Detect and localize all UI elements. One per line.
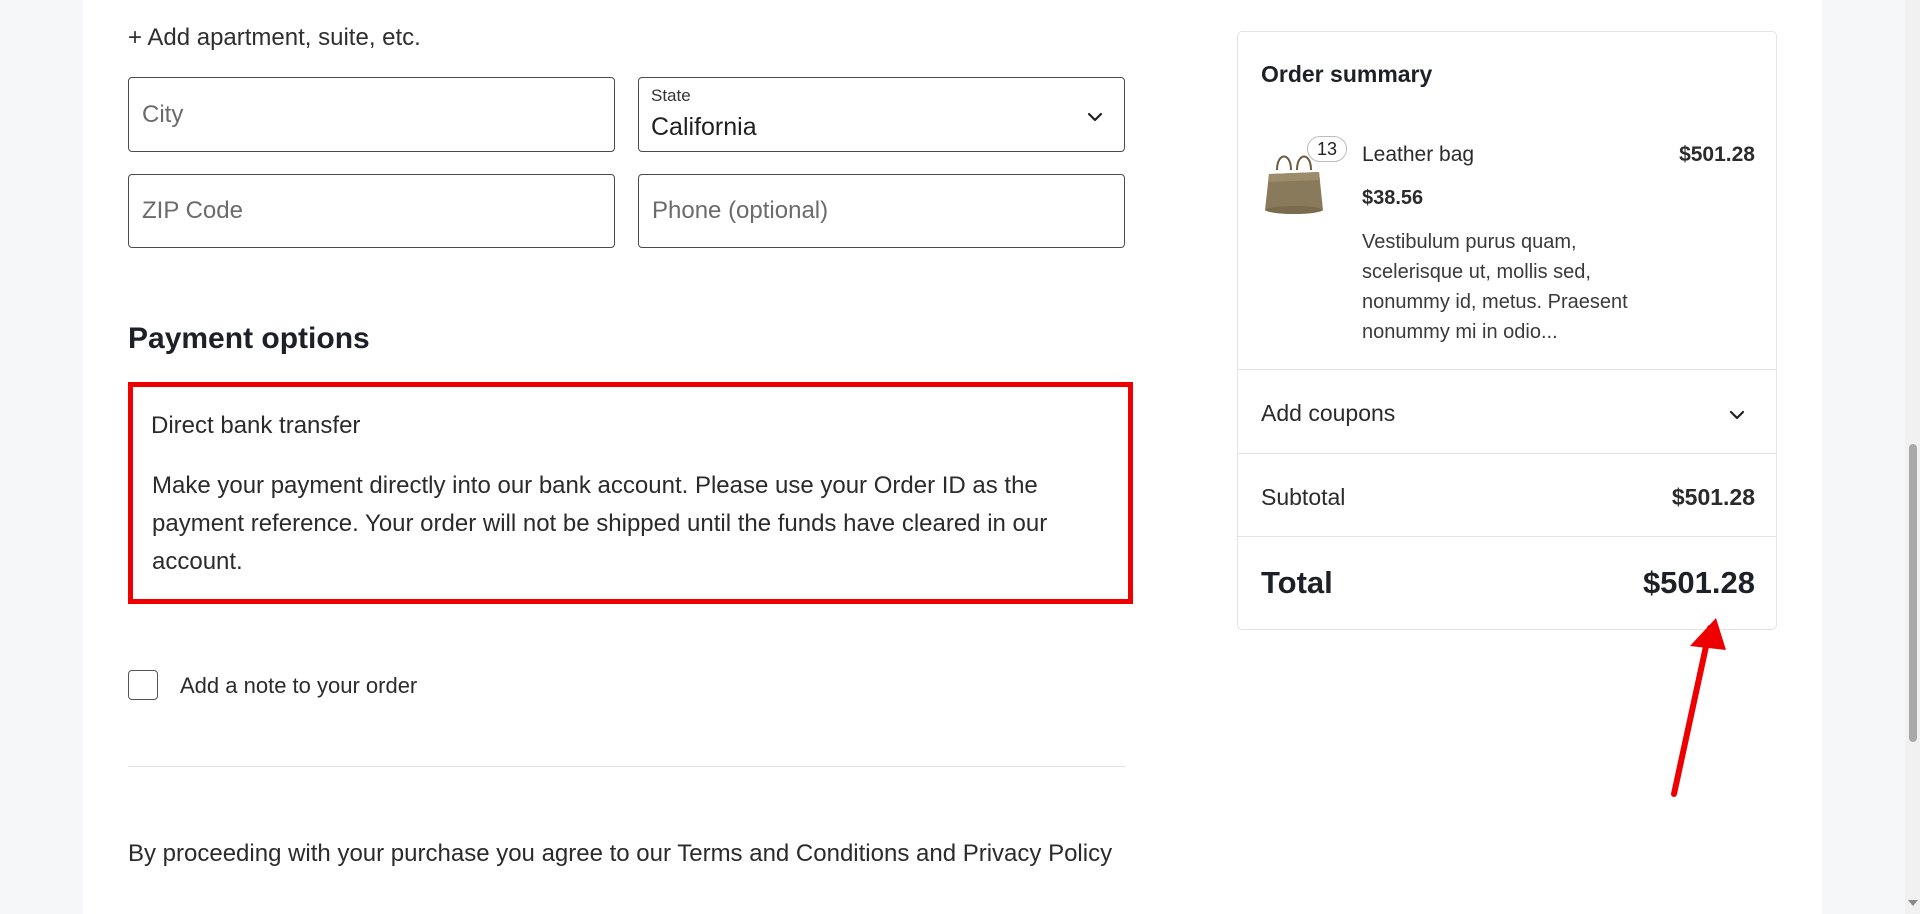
add-note-label[interactable]: Add a note to your order bbox=[180, 673, 417, 699]
chevron-down-icon[interactable] bbox=[1726, 404, 1748, 426]
city-field[interactable]: City bbox=[128, 77, 615, 152]
order-summary-title: Order summary bbox=[1261, 61, 1433, 87]
item-line-total: $501.28 bbox=[1679, 143, 1755, 166]
subtotal-value: $501.28 bbox=[1671, 484, 1755, 510]
scroll-down-arrow-icon[interactable] bbox=[1908, 900, 1918, 906]
add-apartment-link[interactable]: + Add apartment, suite, etc. bbox=[128, 24, 421, 52]
scrollbar-thumb[interactable] bbox=[1909, 444, 1917, 742]
divider bbox=[128, 766, 1125, 767]
divider bbox=[1238, 453, 1776, 454]
phone-field[interactable]: Phone (optional) bbox=[638, 174, 1125, 248]
payment-method-highlight[interactable]: Direct bank transfer Make your payment d… bbox=[128, 382, 1133, 604]
zip-code-field[interactable]: ZIP Code bbox=[128, 174, 615, 248]
divider bbox=[1238, 536, 1776, 537]
payment-method-description: Make your payment directly into our bank… bbox=[152, 472, 1048, 575]
payment-method-title: Direct bank transfer bbox=[151, 412, 361, 439]
item-unit-price: $38.56 bbox=[1362, 187, 1424, 209]
state-label: State bbox=[651, 86, 691, 105]
state-value: California bbox=[651, 113, 757, 141]
terms-notice: By proceeding with your purchase you agr… bbox=[128, 840, 1113, 867]
total-value: $501.28 bbox=[1642, 565, 1755, 600]
divider bbox=[1238, 369, 1776, 370]
state-select[interactable]: State California bbox=[638, 77, 1125, 152]
item-description: Vestibulum purus quam, scelerisque ut, m… bbox=[1362, 231, 1628, 343]
subtotal-label: Subtotal bbox=[1261, 484, 1346, 510]
add-note-checkbox[interactable] bbox=[128, 670, 158, 700]
zip-code-placeholder: ZIP Code bbox=[142, 197, 243, 224]
chevron-down-icon bbox=[1087, 112, 1103, 122]
city-placeholder: City bbox=[142, 100, 184, 128]
payment-options-heading: Payment options bbox=[128, 322, 370, 355]
item-quantity-badge: 13 bbox=[1307, 136, 1347, 162]
total-label: Total bbox=[1261, 565, 1333, 600]
item-name: Leather bag bbox=[1362, 143, 1475, 166]
order-summary-panel: Order summary 13 Leather bag $501.28 $38… bbox=[1237, 31, 1777, 630]
phone-placeholder: Phone (optional) bbox=[652, 197, 829, 224]
add-coupons-toggle[interactable]: Add coupons bbox=[1261, 400, 1395, 427]
annotation-arrow-icon bbox=[1671, 618, 1726, 797]
page-scrollbar[interactable] bbox=[1905, 0, 1920, 914]
